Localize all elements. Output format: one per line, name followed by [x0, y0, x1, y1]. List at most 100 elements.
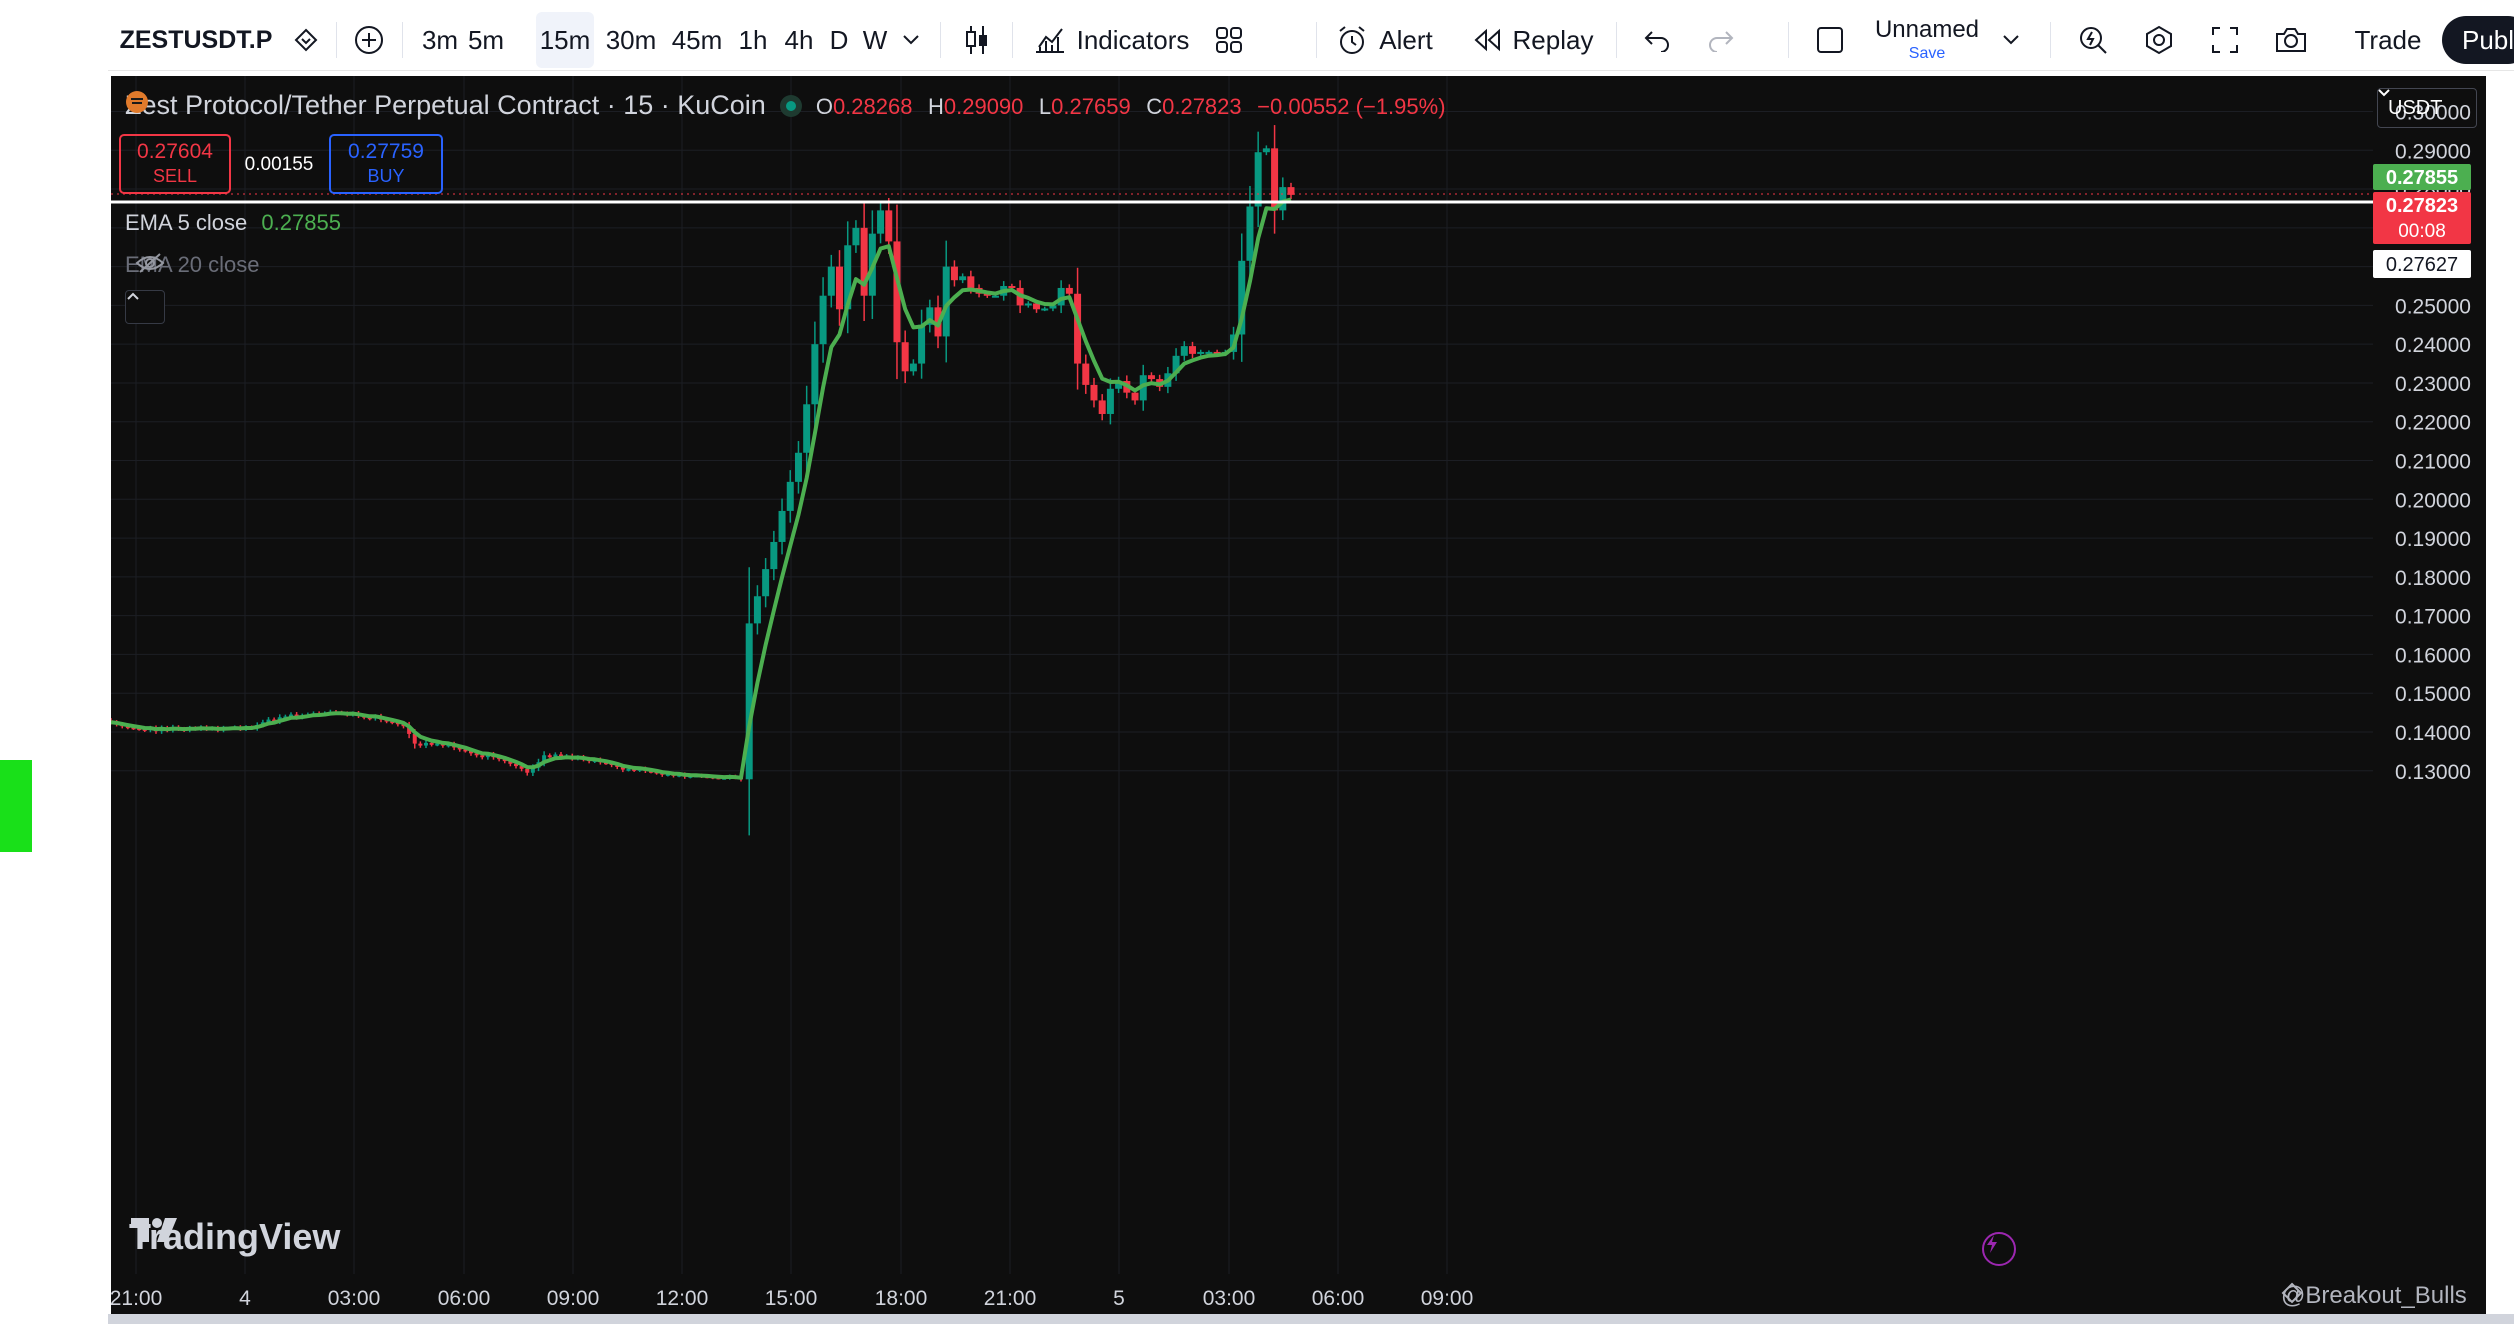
eye-hidden-icon[interactable] [135, 252, 165, 274]
change-value: −0.00552 (−1.95%) [1257, 94, 1446, 119]
indicators-button[interactable]: Indicators [1026, 10, 1196, 70]
interval-3m[interactable]: 3m [418, 10, 462, 70]
chart-pane[interactable]: 0.300000.290000.280000.270000.260000.250… [111, 76, 2486, 1314]
candle-body [1188, 346, 1196, 354]
currency-label: USDT [2388, 96, 2443, 119]
candle-body [424, 742, 428, 746]
layout-name-label: Unnamed [1874, 16, 1980, 43]
separator [1616, 22, 1617, 58]
layout-checkbox-icon[interactable] [1808, 10, 1852, 70]
separator [402, 22, 403, 58]
legend-title-row: Zest Protocol/Tether Perpetual Contract … [125, 90, 1446, 121]
candle-body [418, 743, 423, 746]
candle-body [1024, 303, 1032, 306]
layouts-grid-icon[interactable] [1204, 10, 1254, 70]
collapse-legend-button[interactable] [125, 290, 165, 324]
candle-body [1082, 363, 1090, 385]
price-tick-label: 0.14000 [2395, 722, 2471, 745]
price-tick-label: 0.22000 [2395, 412, 2471, 435]
candles-icon[interactable] [954, 10, 1000, 70]
candle-body [836, 266, 844, 310]
separator [1012, 22, 1013, 58]
candle-body [1197, 351, 1205, 354]
last-price-tag-label: 0.27823 [2386, 195, 2458, 217]
indicators-label: Indicators [1076, 24, 1190, 55]
alert-button[interactable]: Alert [1326, 10, 1442, 70]
interval-d[interactable]: D [824, 10, 854, 70]
symbol-search[interactable]: ZESTUSDT.P [116, 10, 276, 70]
chevron-down-icon[interactable] [1996, 10, 2026, 70]
time-tick-label: 18:00 [875, 1287, 928, 1310]
interval-45m[interactable]: 45m [668, 10, 726, 70]
quick-search-icon[interactable] [2068, 10, 2118, 70]
symbol-hint-icon[interactable] [284, 10, 328, 70]
price-tick-label: 0.29000 [2395, 140, 2471, 163]
currency-selector[interactable]: USDT [2377, 88, 2477, 128]
candle-body [1180, 346, 1188, 356]
symbol-logo-icon [126, 91, 148, 113]
tradingview-logo-icon [131, 1218, 177, 1242]
time-tick-label: 21:00 [984, 1287, 1037, 1310]
interval-5m[interactable]: 5m [464, 10, 508, 70]
trade-button[interactable]: Trade [2346, 10, 2430, 70]
buy-button[interactable]: 0.27759 BUY [329, 134, 443, 194]
candlestick-chart[interactable]: 0.300000.290000.280000.270000.260000.250… [111, 76, 2486, 1314]
candle-body [819, 295, 827, 345]
candle-body [1041, 308, 1049, 311]
candle-body [786, 481, 794, 511]
interval-15m[interactable]: 15m [536, 12, 594, 68]
compare-add-icon[interactable] [344, 10, 394, 70]
time-tick-label: 09:00 [547, 1287, 600, 1310]
candle-body [901, 342, 909, 372]
interval-1h[interactable]: 1h [732, 10, 774, 70]
price-tick-label: 0.20000 [2395, 489, 2471, 512]
time-tick-label: 12:00 [656, 1287, 709, 1310]
undo-icon[interactable] [1632, 10, 1682, 70]
candle-body [827, 266, 835, 296]
ema5-legend[interactable]: EMA 5 close 0.27855 [125, 210, 341, 236]
author-credit: @Breakout_Bulls [2281, 1282, 2467, 1310]
ema5-label: EMA 5 close [125, 210, 248, 235]
time-tick-label: 03:00 [328, 1287, 381, 1310]
sell-button[interactable]: 0.27604 SELL [119, 134, 231, 194]
time-tick-label: 5 [1113, 1287, 1125, 1310]
candle-body [480, 755, 485, 758]
publish-button[interactable]: Publi [2442, 16, 2514, 64]
interval-4h[interactable]: 4h [778, 10, 820, 70]
interval-w[interactable]: W [858, 10, 892, 70]
candle-body [950, 266, 958, 281]
candle-body [1090, 384, 1098, 401]
price-tick-label: 0.18000 [2395, 567, 2471, 590]
author-name: @Breakout_Bulls [2281, 1282, 2467, 1309]
time-tick-label: 03:00 [1203, 1287, 1256, 1310]
candle-body [959, 276, 967, 281]
separator [1316, 22, 1317, 58]
chevron-down-icon[interactable] [896, 10, 926, 70]
redo-icon[interactable] [1696, 10, 1746, 70]
countdown-label: 00:08 [2398, 221, 2446, 242]
time-tick-label: 21:00 [111, 1287, 162, 1310]
settings-hex-icon[interactable] [2134, 10, 2184, 70]
ema20-legend[interactable]: EMA 20 close [125, 252, 260, 278]
time-tick-label: 09:00 [1421, 1287, 1474, 1310]
candle-body [525, 768, 530, 773]
alarm-clock-icon [1339, 26, 1365, 54]
candle-body [778, 510, 786, 542]
layout-name[interactable]: Unnamed Save [1860, 10, 1994, 70]
ema-price-tag-label: 0.27855 [2386, 167, 2458, 189]
interval-30m[interactable]: 30m [602, 10, 660, 70]
separator [1788, 22, 1789, 58]
price-tick-label: 0.21000 [2395, 451, 2471, 474]
candle-body [1246, 206, 1254, 261]
high-label: H [927, 94, 944, 119]
lightning-icon[interactable] [1982, 1232, 2016, 1266]
replay-button[interactable]: Replay [1460, 10, 1604, 70]
fullscreen-icon[interactable] [2200, 10, 2250, 70]
candle-body [745, 623, 753, 780]
candle-body [1262, 148, 1270, 153]
camera-icon[interactable] [2264, 10, 2318, 70]
chevron-down-icon [2378, 89, 2390, 97]
price-tick-label: 0.25000 [2395, 295, 2471, 318]
time-tick-label: 15:00 [765, 1287, 818, 1310]
low-label: L [1038, 94, 1052, 119]
